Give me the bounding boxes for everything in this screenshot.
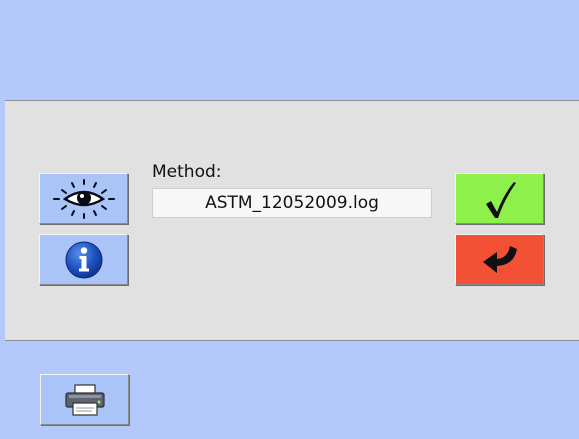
method-label: Method: [152,162,222,182]
method-panel: Method: ASTM_12052009.log [5,100,579,341]
printer-icon [64,383,106,417]
confirm-button[interactable] [455,173,544,224]
return-arrow-icon [480,244,520,276]
method-field[interactable]: ASTM_12052009.log [152,188,432,218]
info-button[interactable] [39,234,128,285]
back-button[interactable] [455,234,544,285]
info-icon [64,240,104,280]
checkmark-icon [483,179,517,219]
app-window: Method: ASTM_12052009.log [5,5,579,439]
bottom-band [5,341,579,439]
top-band [5,5,579,100]
view-button[interactable] [39,173,128,224]
print-button[interactable] [40,374,129,425]
eye-icon [52,178,116,219]
